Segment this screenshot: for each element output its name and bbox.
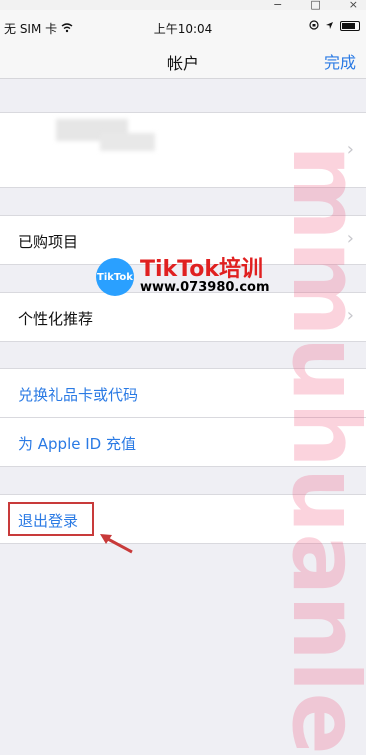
logo-url: www.073980.com [140, 280, 270, 295]
window-controls: − □ × [0, 0, 366, 10]
add-funds-row[interactable]: 为 Apple ID 充值 [0, 417, 366, 467]
navigation-bar: 帐户 完成 [0, 44, 366, 79]
minimize-button[interactable]: − [273, 0, 282, 10]
chevron-right-icon: › [346, 228, 354, 249]
redeem-label: 兑换礼品卡或代码 [18, 386, 139, 404]
redeem-gift-card-row[interactable]: 兑换礼品卡或代码 [0, 368, 366, 418]
maximize-button[interactable]: □ [310, 0, 320, 10]
purchased-label: 已购项目 [18, 233, 79, 251]
status-bar: 无 SIM 卡 上午10:04 [0, 10, 366, 44]
personalized-recommendations-row[interactable]: 个性化推荐 › [0, 292, 366, 342]
done-button[interactable]: 完成 [324, 49, 356, 73]
personalized-label: 个性化推荐 [18, 310, 94, 328]
account-email-blurred [100, 133, 155, 151]
tiktok-logo: TikTok TikTok培训 www.073980.com [96, 258, 270, 296]
apple-id-account-row[interactable]: › [0, 112, 366, 188]
tiktok-badge: TikTok [96, 258, 134, 296]
chevron-right-icon: › [346, 139, 354, 160]
sign-out-highlight-box [8, 502, 94, 536]
logo-brand: TikTok培训 [140, 257, 264, 282]
add-funds-label: 为 Apple ID 充值 [18, 435, 136, 453]
page-title: 帐户 [166, 54, 199, 73]
close-button[interactable]: × [349, 0, 358, 10]
lock-rotation-icon [309, 19, 319, 33]
battery-icon [340, 21, 360, 31]
chevron-right-icon: › [346, 305, 354, 326]
location-icon [325, 19, 334, 33]
pointer-arrow-icon [100, 534, 133, 554]
